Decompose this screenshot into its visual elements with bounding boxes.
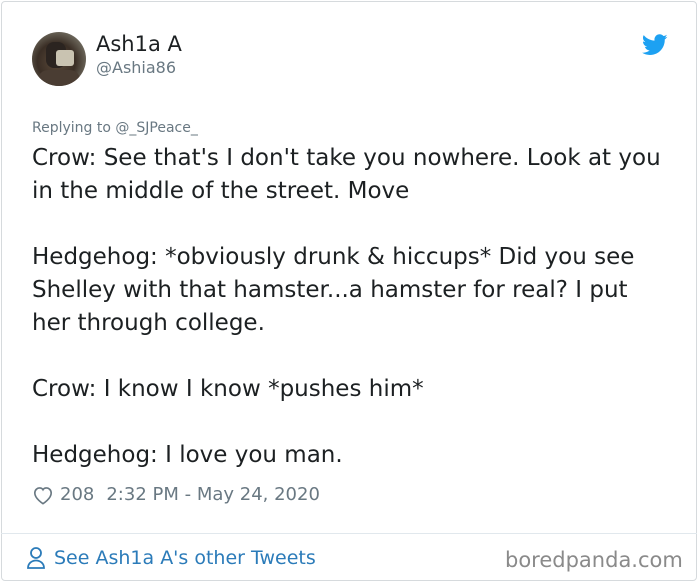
author-display-name[interactable]: Ash1a A bbox=[96, 32, 182, 56]
tweet-timestamp[interactable]: 2:32 PM - May 24, 2020 bbox=[106, 484, 320, 505]
tweet-paragraph: Crow: See that's I don't take you nowher… bbox=[32, 145, 661, 204]
heart-icon[interactable] bbox=[32, 485, 54, 505]
twitter-bird-icon[interactable] bbox=[642, 34, 668, 56]
tweet-paragraph: Crow: I know I know *pushes him* bbox=[32, 376, 424, 402]
other-tweets-label[interactable]: See Ash1a A's other Tweets bbox=[54, 547, 316, 569]
watermark: boredpanda.com bbox=[505, 548, 683, 572]
avatar[interactable] bbox=[32, 32, 86, 86]
author-handle[interactable]: @Ashia86 bbox=[96, 58, 176, 77]
other-tweets-link[interactable]: See Ash1a A's other Tweets bbox=[26, 546, 316, 570]
like-count[interactable]: 208 bbox=[60, 484, 94, 505]
person-icon bbox=[27, 547, 45, 569]
tweet-text: Crow: See that's I don't take you nowher… bbox=[32, 142, 672, 472]
divider bbox=[1, 533, 697, 534]
avatar-shape bbox=[56, 50, 74, 66]
tweet-meta: 208 2:32 PM - May 24, 2020 bbox=[32, 484, 320, 505]
avatar-shape bbox=[38, 70, 80, 86]
tweet-paragraph: Hedgehog: *obviously drunk & hiccups* Di… bbox=[32, 244, 635, 336]
replying-to-label[interactable]: Replying to @_SJPeace_ bbox=[32, 120, 198, 136]
tweet-paragraph: Hedgehog: I love you man. bbox=[32, 442, 343, 468]
